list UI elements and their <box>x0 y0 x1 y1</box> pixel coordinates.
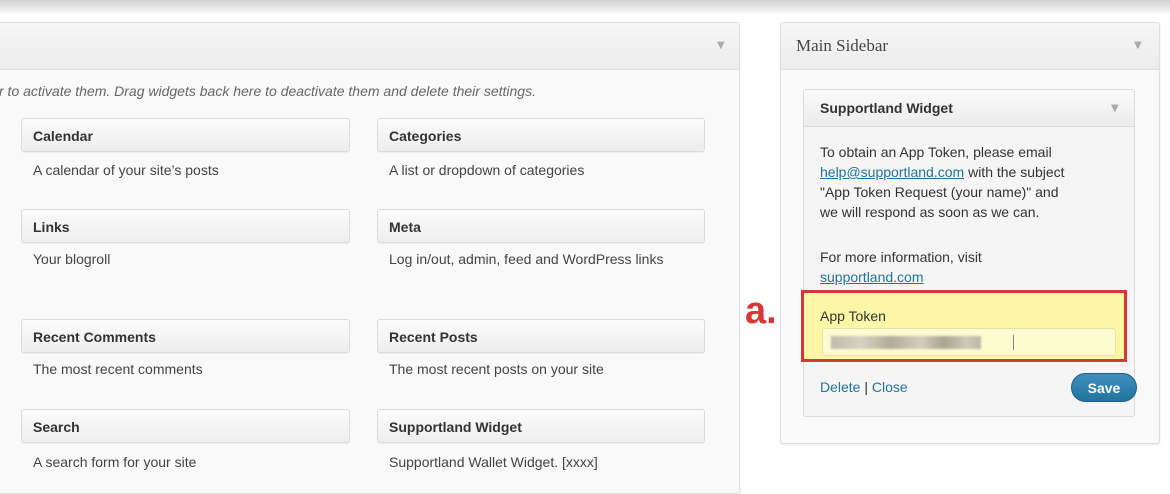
widget-title: Meta <box>389 219 421 235</box>
available-widgets-description: r to activate them. Drag widgets back he… <box>0 83 536 99</box>
app-token-info: To obtain an App Token, please email hel… <box>820 142 1065 222</box>
info-line-4: we will respond as soon as we can. <box>820 204 1040 220</box>
app-token-input[interactable] <box>822 328 1116 356</box>
main-sidebar-title: Main Sidebar <box>796 36 889 55</box>
annotation-label: a. <box>745 290 777 332</box>
triangle-down-icon[interactable]: ▼ <box>1134 40 1142 51</box>
widget-links-desc: Your blogroll <box>33 251 111 267</box>
close-link[interactable]: Close <box>872 379 908 395</box>
widget-supportland-desc: Supportland Wallet Widget. [xxxx] <box>389 454 598 470</box>
info-line-3: "App Token Request (your name)" and <box>820 184 1059 200</box>
widget-actions: Delete | Close <box>820 379 908 395</box>
save-button[interactable]: Save <box>1071 373 1137 402</box>
supportland-site-link[interactable]: supportland.com <box>820 269 924 285</box>
more-info: For more information, visit supportland.… <box>820 247 982 287</box>
action-separator: | <box>860 379 872 395</box>
support-email-link[interactable]: help@supportland.com <box>820 164 964 180</box>
supportland-widget-title: Supportland Widget <box>820 100 953 116</box>
widget-search-desc: A search form for your site <box>33 454 197 470</box>
text-caret <box>1013 335 1014 350</box>
widget-title: Calendar <box>33 128 93 144</box>
widget-title: Categories <box>389 128 462 144</box>
widget-recent-posts[interactable]: Recent Posts <box>377 319 705 353</box>
supportland-widget-header[interactable]: Supportland Widget ▼ <box>804 90 1134 127</box>
info-line-2: with the subject <box>964 164 1065 180</box>
widget-recent-posts-desc: The most recent posts on your site <box>389 361 604 377</box>
available-widgets-header[interactable]: ▼ <box>0 23 739 70</box>
redacted-token-value <box>831 336 981 349</box>
widget-title: Links <box>33 219 70 235</box>
widget-title: Search <box>33 419 80 435</box>
widget-search[interactable]: Search <box>21 409 350 443</box>
widget-title: Supportland Widget <box>389 419 522 435</box>
app-token-highlight: App Token <box>801 290 1127 362</box>
widget-calendar[interactable]: Calendar <box>21 118 350 152</box>
info-line-1: To obtain an App Token, please email <box>820 144 1052 160</box>
triangle-down-icon[interactable]: ▼ <box>717 40 725 51</box>
widget-categories-desc: A list or dropdown of categories <box>389 162 585 178</box>
app-token-label: App Token <box>820 308 886 324</box>
available-widgets-panel: ▼ r to activate them. Drag widgets back … <box>0 22 740 494</box>
delete-link[interactable]: Delete <box>820 379 860 395</box>
widget-categories[interactable]: Categories <box>377 118 705 152</box>
top-shadow-band <box>0 0 1170 14</box>
widget-supportland[interactable]: Supportland Widget <box>377 409 705 443</box>
widget-meta-desc: Log in/out, admin, feed and WordPress li… <box>389 251 664 267</box>
main-sidebar-header[interactable]: Main Sidebar ▼ <box>781 23 1159 70</box>
supportland-widget: Supportland Widget ▼ To obtain an App To… <box>803 89 1137 417</box>
triangle-down-icon[interactable]: ▼ <box>1111 103 1119 114</box>
main-sidebar-panel: Main Sidebar ▼ Supportland Widget ▼ To o… <box>780 22 1160 444</box>
widget-recent-comments-desc: The most recent comments <box>33 361 203 377</box>
widget-links[interactable]: Links <box>21 209 350 243</box>
widget-title: Recent Posts <box>389 329 478 345</box>
more-info-text: For more information, visit <box>820 249 982 265</box>
widget-calendar-desc: A calendar of your site’s posts <box>33 162 219 178</box>
widget-recent-comments[interactable]: Recent Comments <box>21 319 350 353</box>
widget-title: Recent Comments <box>33 329 156 345</box>
widget-meta[interactable]: Meta <box>377 209 705 243</box>
